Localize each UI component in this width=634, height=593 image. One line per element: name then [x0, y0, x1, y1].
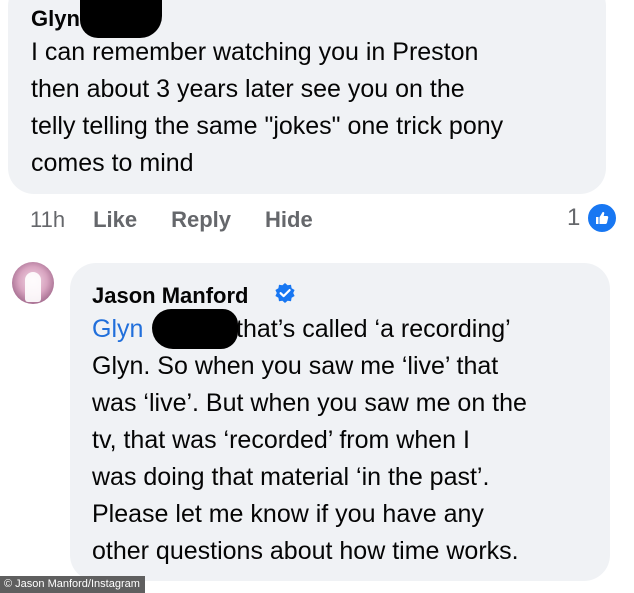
image-credit: © Jason Manford/Instagram — [0, 576, 145, 593]
reaction-summary[interactable]: 1 — [567, 202, 619, 234]
comment-line: was ‘live’. But when you saw me on the — [92, 389, 527, 417]
verified-badge-icon — [275, 283, 295, 303]
comment-line: other questions about how time works. — [92, 537, 519, 565]
mention-link[interactable]: Glyn — [92, 315, 143, 343]
redaction-block — [152, 309, 238, 349]
comment-line: was doing that material ‘in the past’. — [92, 463, 490, 491]
thumbs-up-icon — [586, 202, 619, 234]
reply-button[interactable]: Reply — [171, 207, 231, 233]
comment-line: Glyn. So when you saw me ‘live’ that — [92, 352, 499, 380]
hide-button[interactable]: Hide — [265, 207, 313, 233]
avatar[interactable] — [12, 262, 54, 304]
reaction-count: 1 — [567, 204, 581, 231]
comment-text-jason: Glyn — [92, 311, 143, 348]
redaction-block — [80, 0, 162, 38]
comment-line: tv, that was ‘recorded’ from when I — [92, 426, 470, 454]
comment-author-glyn[interactable]: Glyn — [31, 6, 80, 32]
comment-author-jason[interactable]: Jason Manford — [92, 283, 248, 309]
comment-line: telly telling the same "jokes" one trick… — [31, 112, 504, 140]
like-button[interactable]: Like — [93, 207, 137, 233]
comment-line: comes to mind — [31, 149, 194, 177]
comment-text-glyn: I can remember watching you in Preston t… — [31, 34, 503, 182]
comment-actions: 11h Like Reply Hide — [30, 205, 347, 235]
comment-timestamp[interactable]: 11h — [30, 207, 65, 233]
comment-line: I can remember watching you in Preston — [31, 38, 479, 66]
comment-line: that’s called ‘a recording’ — [236, 315, 511, 343]
comment-line: then about 3 years later see you on the — [31, 75, 465, 103]
comment-line: Please let me know if you have any — [92, 500, 484, 528]
comment-text-jason-body: Glyn. So when you saw me ‘live’ that was… — [92, 348, 527, 570]
